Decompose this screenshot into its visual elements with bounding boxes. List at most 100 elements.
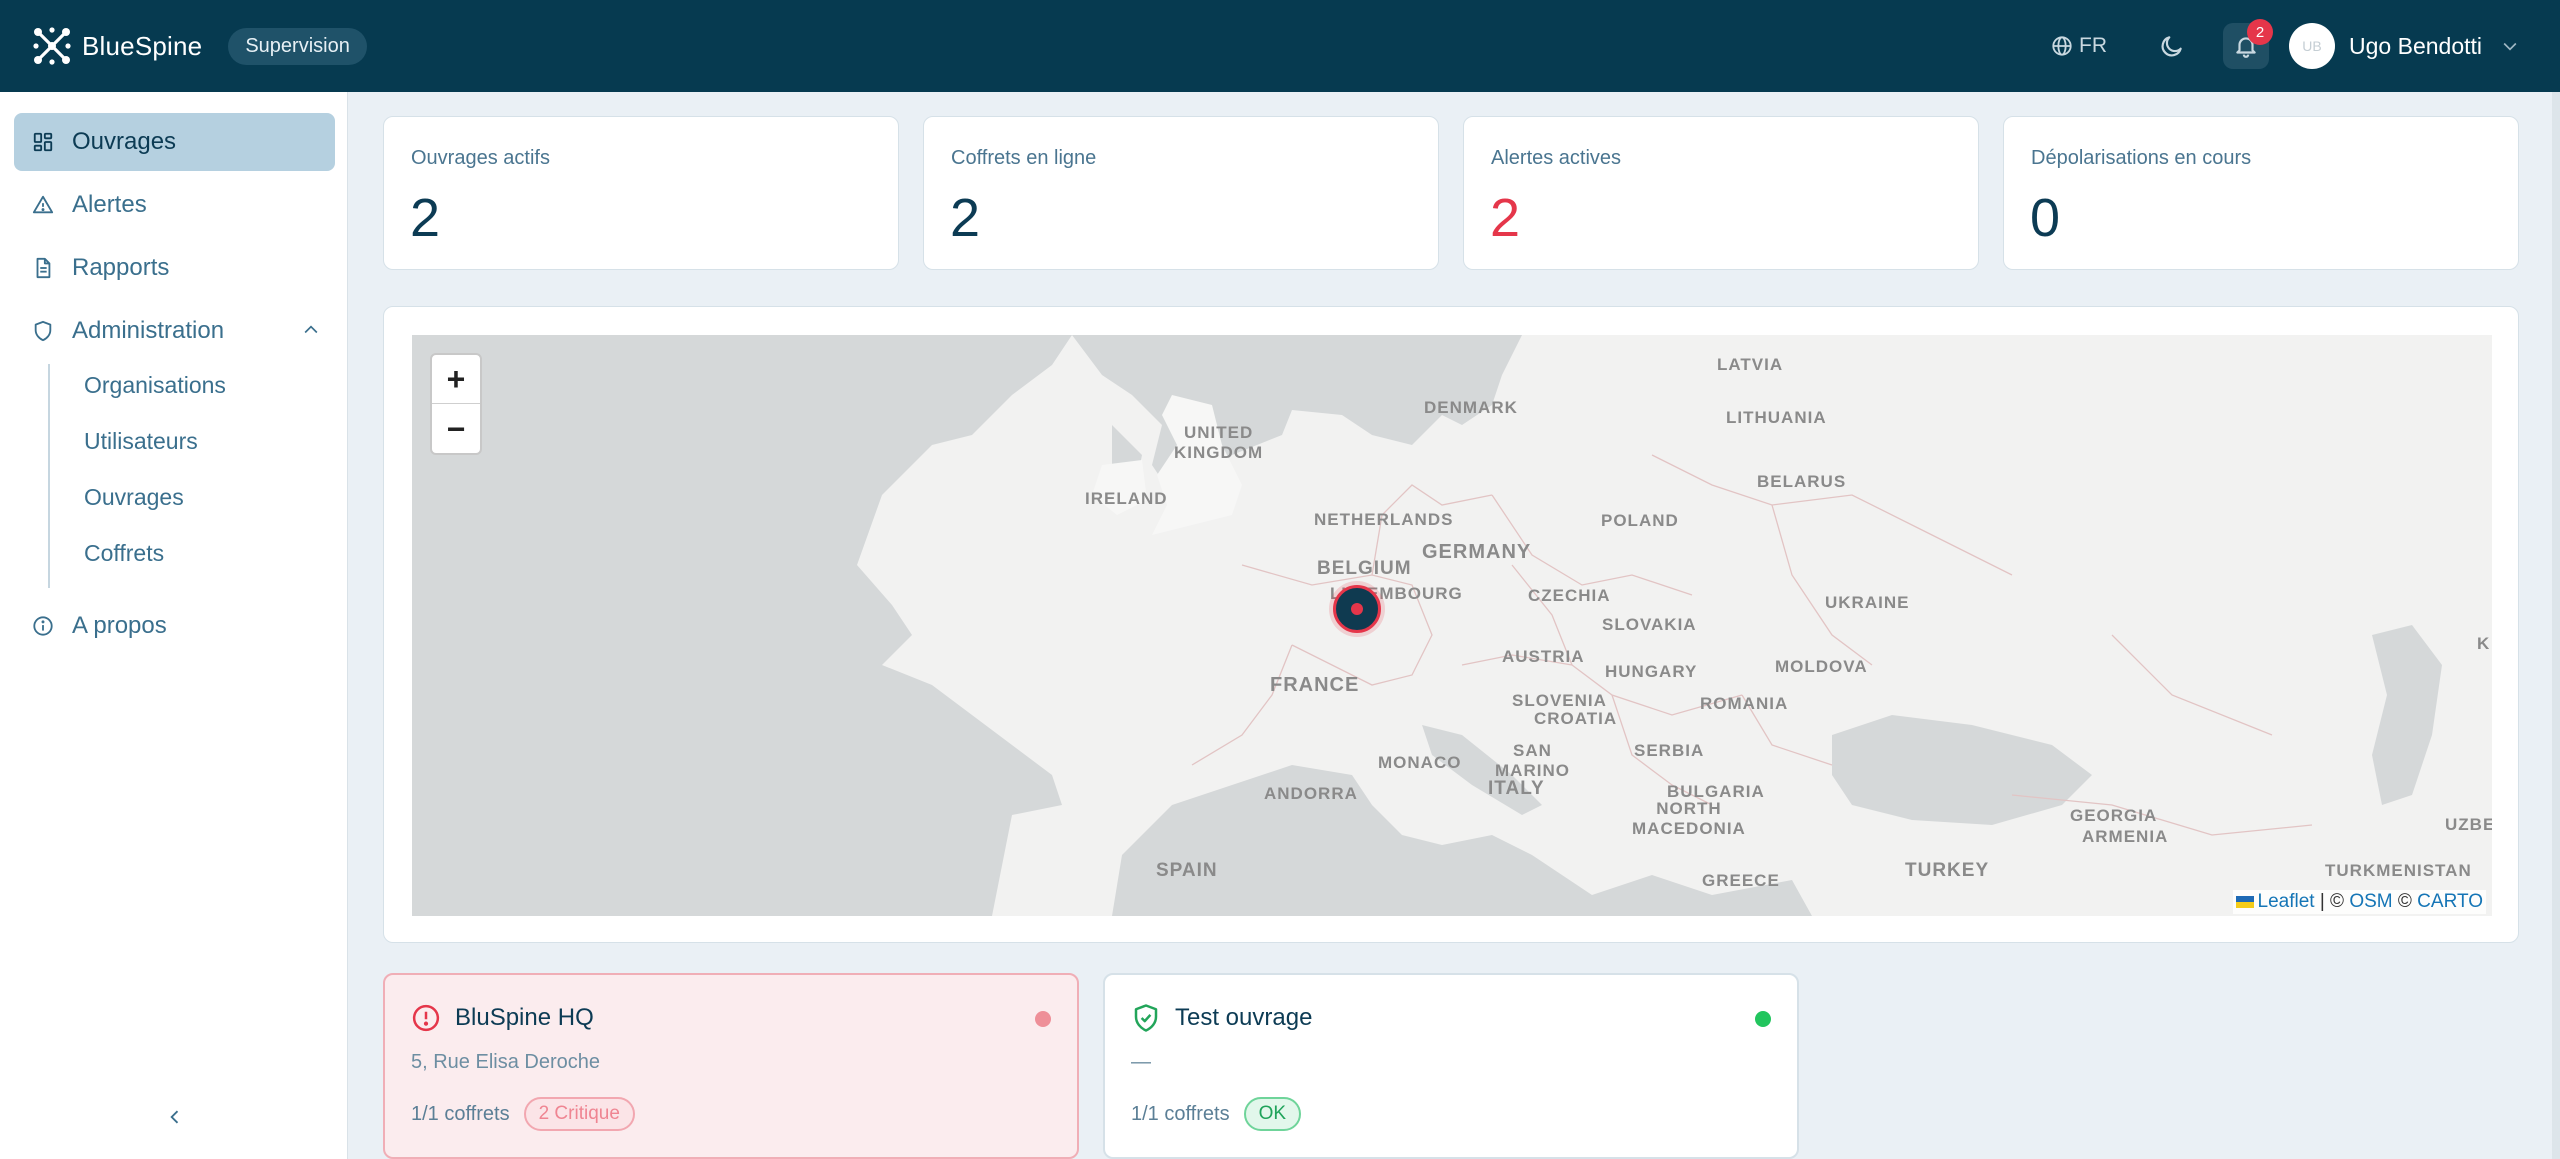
leaflet-link[interactable]: Leaflet (2258, 891, 2315, 912)
sidebar-item-label: Ouvrages (72, 128, 177, 155)
top-bar: BlueSpine Supervision FR 2 UB Ugo Bendot… (0, 0, 2560, 92)
site-name: BluSpine HQ (455, 1004, 594, 1031)
user-name[interactable]: Ugo Bendotti (2349, 33, 2482, 60)
shield-icon (30, 318, 56, 344)
zoom-in-button[interactable]: + (432, 355, 480, 404)
osm-link[interactable]: OSM (2349, 891, 2392, 912)
map-label: LATVIA (1717, 355, 1784, 374)
map-label: SAN MARINO (1495, 741, 1570, 780)
map-label: GERMANY (1422, 541, 1532, 563)
sidebar-item-label: Alertes (72, 191, 147, 218)
map-label: BELGIUM (1317, 558, 1412, 579)
stat-value: 0 (2030, 188, 2061, 248)
site-title: BluSpine HQ (411, 1003, 594, 1033)
map-attribution: Leaflet | © OSM © CARTO (2232, 890, 2486, 914)
stat-value: 2 (950, 188, 981, 248)
stat-card-ouvrages-actifs: Ouvrages actifs 2 (383, 116, 899, 270)
stat-value: 2 (410, 188, 441, 248)
attribution-separator: | © (2314, 891, 2350, 912)
collapse-sidebar-button[interactable] (160, 1102, 190, 1132)
sidebar-item-a-propos[interactable]: A propos (14, 597, 335, 655)
sidebar-subitem-coffrets[interactable]: Coffrets (84, 540, 164, 567)
ukraine-flag-icon (2235, 895, 2254, 908)
map-label: AUSTRIA (1502, 647, 1585, 666)
chevron-left-icon (170, 1110, 179, 1124)
page-scrollbar[interactable] (2552, 92, 2560, 1159)
map-label: ROMANIA (1700, 694, 1789, 713)
map-label: UZBEK (2445, 815, 2492, 834)
status-badge: OK (1243, 1097, 1302, 1131)
map-label: DENMARK (1424, 398, 1518, 417)
site-title: Test ouvrage (1131, 1003, 1312, 1033)
site-footer: 1/1 coffrets OK (1131, 1097, 1302, 1131)
theme-toggle-button[interactable] (2149, 23, 2195, 69)
sidebar-subitem-utilisateurs[interactable]: Utilisateurs (84, 428, 198, 455)
avatar[interactable]: UB (2289, 23, 2336, 69)
map-label: UKRAINE (1825, 593, 1910, 612)
sidebar-item-label: Administration (72, 317, 225, 344)
site-card-bluspine-hq[interactable]: BluSpine HQ 5, Rue Elisa Deroche 1/1 cof… (383, 973, 1079, 1159)
site-status-dot (1755, 1011, 1771, 1027)
sidebar-item-alertes[interactable]: Alertes (14, 176, 335, 234)
map-label: HUNGARY (1605, 662, 1698, 681)
map-label: NETHERLANDS (1314, 510, 1454, 529)
attribution-separator: © (2392, 891, 2418, 912)
warning-triangle-icon (30, 192, 56, 218)
brand[interactable]: BlueSpine (30, 24, 202, 68)
stat-label: Coffrets en ligne (951, 147, 1097, 169)
carto-link[interactable]: CARTO (2417, 891, 2483, 912)
map[interactable]: LATVIA DENMARK LITHUANIA UNITED KINGDOM … (412, 335, 2492, 916)
sidebar: Ouvrages Alertes Rapports Administration… (0, 92, 348, 1159)
administration-submenu: Organisations Utilisateurs Ouvrages Coff… (48, 364, 328, 588)
map-label: ARMENIA (2082, 827, 2169, 846)
grid-icon (30, 129, 56, 155)
moon-icon (2161, 36, 2182, 57)
sidebar-item-ouvrages[interactable]: Ouvrages (14, 113, 335, 171)
site-card-test-ouvrage[interactable]: Test ouvrage — 1/1 coffrets OK (1103, 973, 1799, 1159)
chevron-up-icon[interactable] (301, 320, 321, 340)
map-label: TURKMENISTAN (2325, 861, 2472, 880)
map-label: MONACO (1378, 753, 1462, 772)
stat-card-coffrets-en-ligne: Coffrets en ligne 2 (923, 116, 1439, 270)
site-status-dot (1035, 1011, 1051, 1027)
language-switcher[interactable]: FR (2051, 34, 2107, 58)
map-label: ITALY (1488, 778, 1545, 799)
site-footer: 1/1 coffrets 2 Critique (411, 1097, 635, 1131)
notifications-button[interactable]: 2 (2223, 19, 2274, 69)
site-coffrets-count: 1/1 coffrets (1131, 1102, 1230, 1125)
info-icon (30, 613, 56, 639)
map-label: SLOVENIA (1512, 691, 1607, 710)
header-actions: FR 2 UB Ugo Bendotti (2051, 0, 2520, 92)
map-label: SERBIA (1634, 741, 1705, 760)
stat-card-depolarisations: Dépolarisations en cours 0 (2003, 116, 2519, 270)
alert-circle-icon (412, 1004, 440, 1032)
stat-label: Ouvrages actifs (411, 147, 550, 169)
map-label: POLAND (1601, 511, 1679, 530)
notification-count-badge: 2 (2247, 19, 2274, 45)
sidebar-subitem-organisations[interactable]: Organisations (84, 372, 226, 399)
chevron-down-icon[interactable] (2500, 36, 2520, 56)
sidebar-item-rapports[interactable]: Rapports (14, 239, 335, 297)
map-label: SPAIN (1156, 860, 1218, 881)
status-badge: 2 Critique (523, 1097, 635, 1131)
stat-value: 2 (1490, 188, 1521, 248)
site-name: Test ouvrage (1175, 1004, 1313, 1031)
map-card: LATVIA DENMARK LITHUANIA UNITED KINGDOM … (383, 306, 2519, 943)
map-zoom-control: + − (430, 353, 482, 455)
sidebar-subitem-ouvrages[interactable]: Ouvrages (84, 484, 184, 511)
zoom-out-button[interactable]: − (432, 405, 480, 454)
sidebar-item-administration[interactable]: Administration (14, 302, 335, 360)
shield-check-icon (1134, 1004, 1158, 1032)
language-label: FR (2079, 34, 2108, 57)
mode-badge: Supervision (228, 27, 367, 65)
bluespine-logo-icon (33, 27, 71, 65)
map-label: SLOVAKIA (1602, 615, 1697, 634)
sidebar-item-label: A propos (72, 612, 167, 639)
map-label: NORTH MACEDONIA (1632, 799, 1746, 838)
map-label: CROATIA (1534, 709, 1618, 728)
site-address: 5, Rue Elisa Deroche (411, 1051, 600, 1073)
globe-icon (2052, 36, 2072, 56)
map-marker[interactable] (1333, 585, 1381, 633)
map-label: TURKEY (1905, 860, 1990, 881)
map-label: GEORGIA (2070, 806, 2158, 825)
